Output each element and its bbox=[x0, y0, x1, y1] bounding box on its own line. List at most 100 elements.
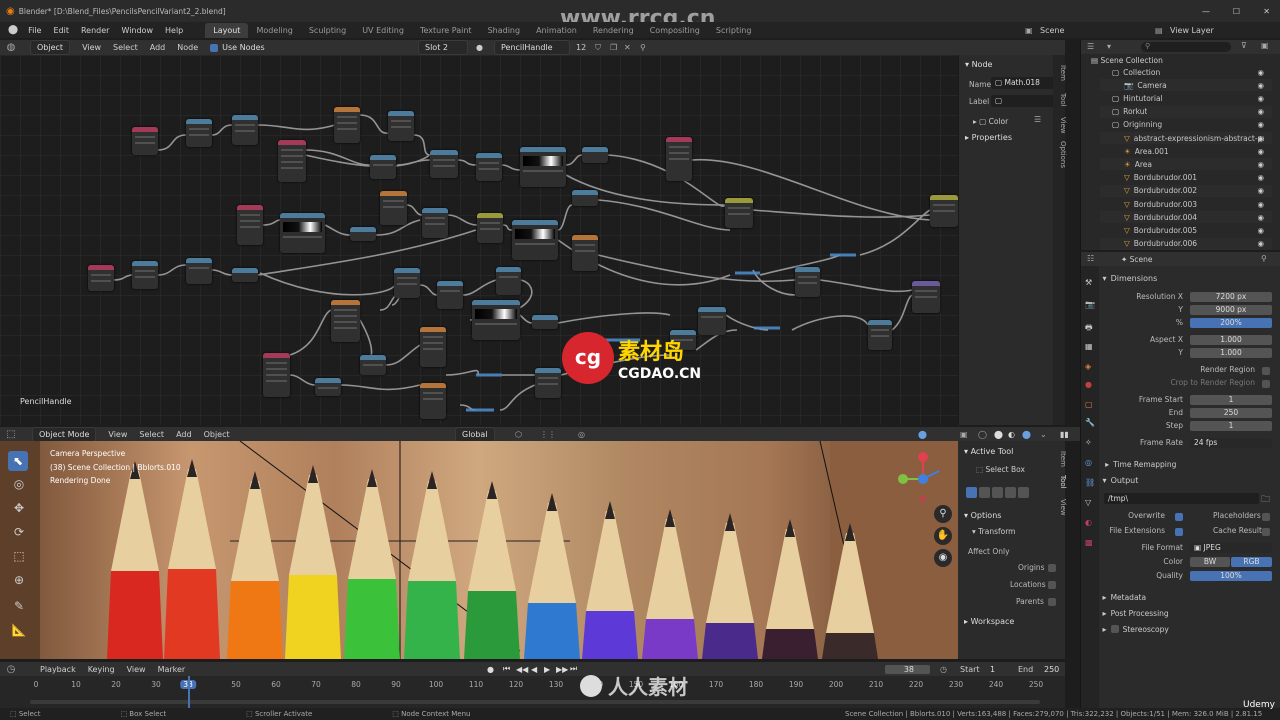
overlay-icon[interactable]: ⬤ bbox=[918, 430, 927, 439]
outliner-item[interactable]: ▽ Bordubrudor.004 ◉ bbox=[1100, 211, 1272, 224]
viewport-menu-object[interactable]: Object bbox=[198, 430, 236, 439]
object-type-dropdown[interactable]: Object bbox=[30, 40, 71, 55]
tab-tool[interactable]: Tool bbox=[1059, 93, 1067, 107]
frame-rate-dropdown[interactable]: 24 fps bbox=[1190, 438, 1272, 448]
outliner-item[interactable]: ▽ abstract-expressionism-abstract-paint ◉ bbox=[1100, 132, 1272, 144]
node-editor-canvas[interactable]: PencilHandle bbox=[0, 55, 958, 425]
maximize-button[interactable]: ☐ bbox=[1233, 7, 1240, 16]
outliner-root[interactable]: ▤ Scene Collection bbox=[1091, 56, 1163, 65]
outliner-search-field[interactable]: ⚲ bbox=[1141, 42, 1231, 52]
node[interactable] bbox=[572, 190, 598, 206]
timeline-menu-view[interactable]: View bbox=[121, 665, 152, 674]
visibility-eye-icon[interactable]: ◉ bbox=[1257, 94, 1264, 103]
annotate-tool-icon[interactable]: ✎ bbox=[10, 597, 28, 615]
menu-help[interactable]: Help bbox=[159, 26, 189, 35]
pin-icon[interactable]: ⚲ bbox=[640, 43, 646, 52]
node-color-ramp[interactable] bbox=[472, 300, 520, 340]
node-menu-add[interactable]: Add bbox=[144, 43, 172, 52]
node[interactable] bbox=[370, 155, 396, 179]
visibility-eye-icon[interactable]: ◉ bbox=[1257, 213, 1264, 222]
node[interactable] bbox=[535, 368, 561, 398]
record-button[interactable]: ● bbox=[487, 665, 494, 674]
aspect-y-field[interactable]: 1.000 bbox=[1190, 348, 1272, 358]
jump-start-button[interactable]: ⏮ bbox=[503, 664, 510, 674]
pan-hand-icon[interactable]: ✋ bbox=[934, 527, 952, 545]
rotate-tool-icon[interactable]: ⟳ bbox=[10, 523, 28, 541]
file-format-dropdown[interactable]: ▣ JPEG bbox=[1190, 543, 1272, 553]
node[interactable] bbox=[430, 150, 458, 178]
outliner-item[interactable]: ▽ Bordubrudor.005 ◉ bbox=[1100, 224, 1272, 236]
node-color-ramp[interactable] bbox=[280, 213, 325, 253]
world-tab-icon[interactable]: ● bbox=[1085, 380, 1092, 389]
metadata-section[interactable]: ▸ Metadata bbox=[1100, 590, 1275, 604]
timeline-menu-keying[interactable]: Keying bbox=[82, 665, 121, 674]
outliner-item[interactable]: ▢ Originning ◉ bbox=[1100, 119, 1272, 131]
crop-region-checkbox[interactable] bbox=[1262, 380, 1270, 388]
slot-dropdown[interactable]: Slot 2 bbox=[418, 40, 468, 55]
post-processing-section[interactable]: ▸ Post Processing bbox=[1100, 606, 1275, 620]
prev-key-button[interactable]: ◀◀ bbox=[516, 665, 528, 674]
tool-select-box[interactable]: ⬉ bbox=[8, 451, 28, 471]
visibility-eye-icon[interactable]: ◉ bbox=[1257, 173, 1264, 182]
shading-wire-icon[interactable]: ◯ bbox=[978, 430, 987, 439]
node[interactable] bbox=[334, 107, 360, 143]
node[interactable] bbox=[315, 378, 341, 396]
menu-file[interactable]: File bbox=[22, 26, 47, 35]
blender-menu-icon[interactable]: ⬤ bbox=[8, 25, 18, 35]
tab-scripting[interactable]: Scripting bbox=[708, 23, 760, 38]
timeline-editor-icon[interactable]: ◷ bbox=[4, 662, 18, 676]
node[interactable] bbox=[263, 353, 290, 397]
timeline-menu-playback[interactable]: Playback bbox=[34, 665, 82, 674]
material-tab-icon[interactable]: ◐ bbox=[1085, 518, 1092, 527]
visibility-eye-icon[interactable]: ◉ bbox=[1257, 81, 1264, 90]
tab-layout[interactable]: Layout bbox=[205, 22, 249, 38]
properties-pin-icon[interactable]: ⚲ bbox=[1261, 254, 1267, 263]
placeholders-checkbox[interactable] bbox=[1262, 513, 1270, 521]
visibility-eye-icon[interactable]: ◉ bbox=[1257, 68, 1264, 77]
node[interactable] bbox=[572, 235, 598, 271]
node[interactable] bbox=[331, 300, 360, 342]
node-color-ramp[interactable] bbox=[520, 147, 566, 187]
node[interactable] bbox=[420, 327, 446, 367]
node[interactable] bbox=[476, 153, 502, 181]
visibility-eye-icon[interactable]: ◉ bbox=[1257, 134, 1264, 143]
jump-end-button[interactable]: ⏭ bbox=[570, 664, 577, 674]
resolution-y-field[interactable]: 9000 px bbox=[1190, 305, 1272, 315]
time-remapping-section[interactable]: ▸ Time Remapping bbox=[1100, 457, 1275, 471]
data-tab-icon[interactable]: ▽ bbox=[1085, 498, 1091, 507]
node[interactable] bbox=[232, 115, 258, 145]
node[interactable] bbox=[795, 267, 820, 297]
node-section-header[interactable]: ▾ Node bbox=[965, 60, 992, 69]
outliner-item[interactable]: ▢ Hintutorial ◉ bbox=[1100, 92, 1272, 104]
timeline-menu-marker[interactable]: Marker bbox=[152, 665, 192, 674]
object-tab-icon[interactable]: ▢ bbox=[1085, 400, 1093, 409]
menu-window[interactable]: Window bbox=[115, 26, 159, 35]
camera-view-icon[interactable]: ◉ bbox=[934, 549, 952, 567]
node-menu-view[interactable]: View bbox=[76, 43, 107, 52]
resolution-x-field[interactable]: 7200 px bbox=[1190, 292, 1272, 302]
snap-target-icon[interactable]: ⋮⋮ bbox=[540, 430, 556, 439]
node[interactable] bbox=[186, 119, 212, 147]
fake-user-icon[interactable]: ⛉ bbox=[595, 43, 601, 53]
color-toggle[interactable]: ▸ ▢ Color bbox=[973, 117, 1008, 126]
move-tool-icon[interactable]: ✥ bbox=[10, 499, 28, 517]
outliner-item[interactable]: ▢ Rorkut ◉ bbox=[1100, 105, 1272, 118]
stereoscopy-section[interactable]: ▸ Stereoscopy bbox=[1100, 622, 1275, 636]
outliner-item[interactable]: ☀ Area ◉ bbox=[1100, 158, 1272, 171]
view-layer-selector[interactable]: View Layer bbox=[1170, 26, 1214, 35]
physics-tab-icon[interactable]: ◎ bbox=[1085, 458, 1092, 467]
node[interactable] bbox=[132, 261, 158, 289]
outliner-item[interactable]: ▽ Bordubrudor.006 ◉ bbox=[1100, 237, 1272, 250]
parents-checkbox[interactable] bbox=[1048, 598, 1056, 606]
node[interactable] bbox=[380, 191, 407, 225]
render-region-checkbox[interactable] bbox=[1262, 367, 1270, 375]
node[interactable] bbox=[437, 281, 463, 309]
proportional-edit-icon[interactable]: ◎ bbox=[578, 430, 585, 439]
outliner-item[interactable]: ▢ Collection ◉ bbox=[1100, 66, 1272, 78]
shading-rendered-icon[interactable]: ⬤ bbox=[1022, 430, 1031, 439]
editor-type-icon[interactable]: ◍ bbox=[4, 41, 18, 55]
node[interactable] bbox=[496, 267, 521, 295]
visibility-eye-icon[interactable]: ◉ bbox=[1257, 226, 1264, 235]
outliner-item[interactable]: 📷 Camera ◉ bbox=[1100, 79, 1272, 92]
frame-start-field[interactable]: 1 bbox=[1190, 395, 1272, 405]
